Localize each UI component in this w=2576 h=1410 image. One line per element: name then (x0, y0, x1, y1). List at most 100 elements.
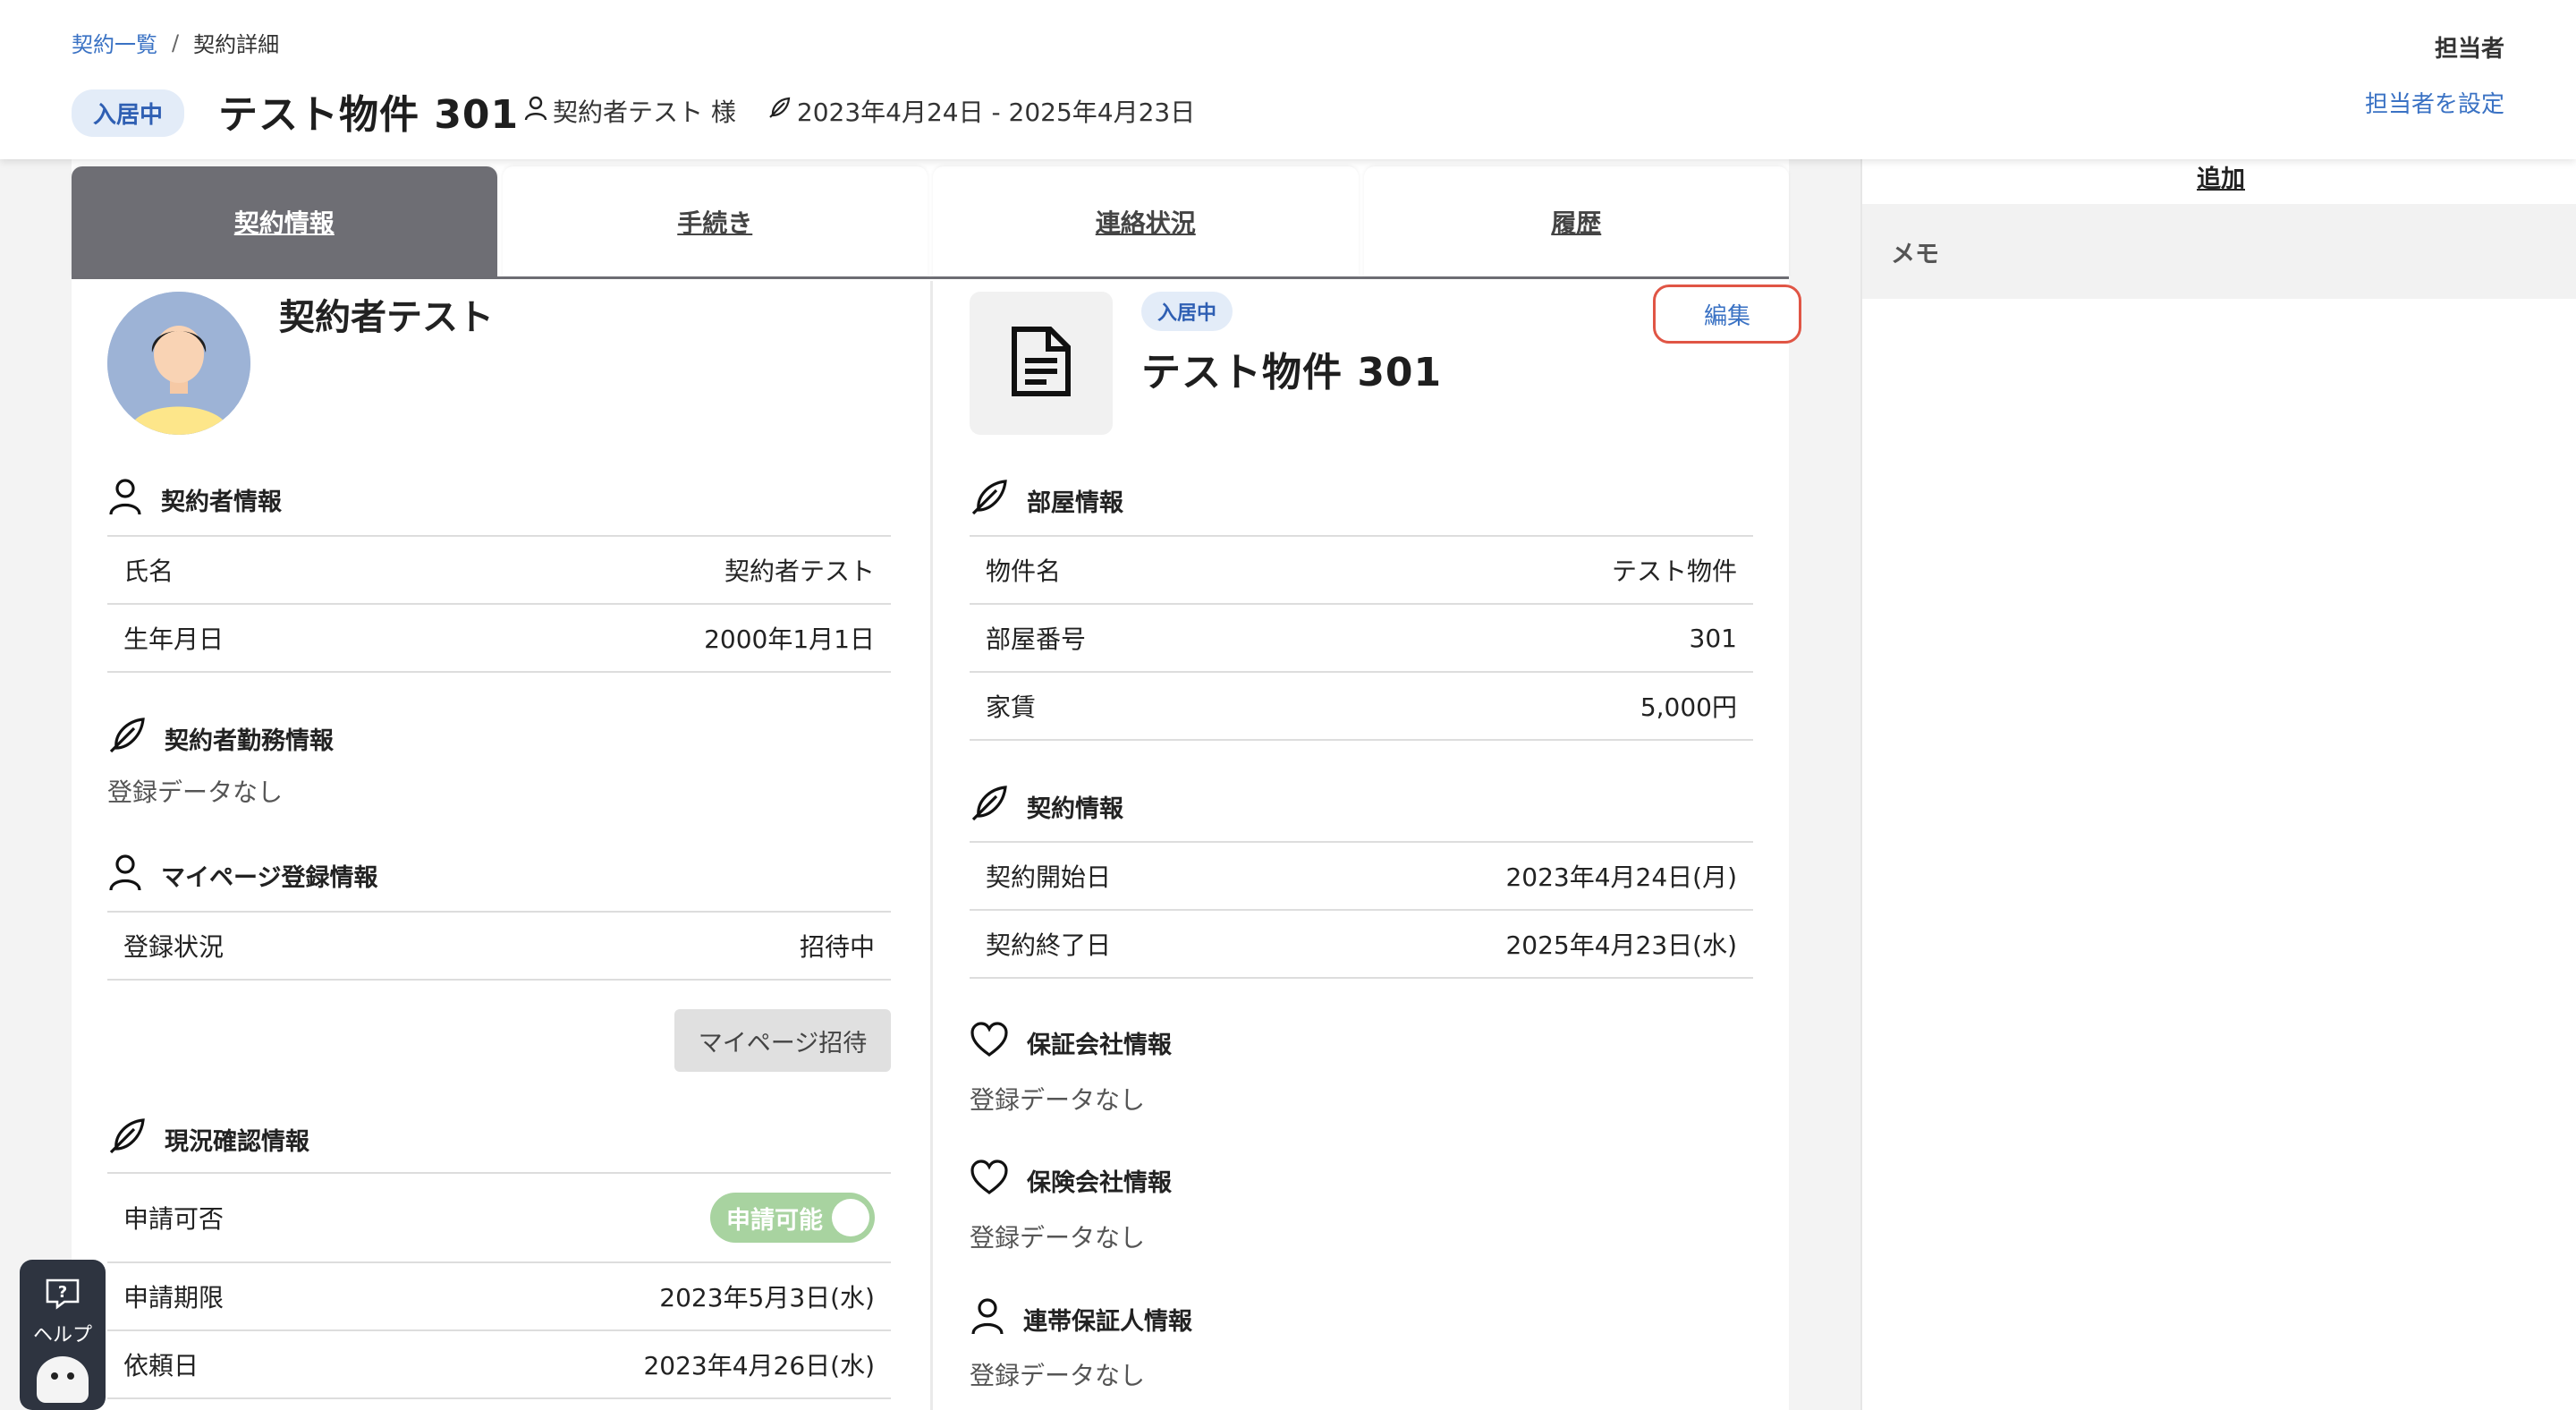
breadcrumb-contract-list[interactable]: 契約一覧 (72, 27, 157, 58)
page-header: 契約一覧 / 契約詳細 入居中 テスト物件 301 契約者テスト 様 2023年… (0, 0, 2576, 159)
section-title: 部屋情報 (1027, 489, 1123, 517)
help-icon: ? (45, 1278, 80, 1313)
insurance-company-heading: 保険会社情報 (970, 1159, 1172, 1202)
empty-text: 登録データなし (970, 1223, 1146, 1253)
status-check-heading: 現況確認情報 (107, 1117, 309, 1162)
row-label: 依頼日 (123, 1351, 199, 1380)
row-value: 2025年4月23日(水) (1505, 930, 1737, 960)
row-value: 5,000円 (1640, 692, 1737, 722)
toggle-label: 申請可能 (726, 1206, 823, 1235)
page-title: テスト物件 301 (218, 92, 520, 138)
section-title: 連帯保証人情報 (1023, 1308, 1192, 1336)
row-value: 2000年1月1日 (704, 624, 875, 654)
svg-text:?: ? (58, 1283, 67, 1302)
section-title: マイページ登録情報 (161, 864, 378, 892)
person-icon (107, 854, 143, 897)
section-title: 現況確認情報 (165, 1128, 309, 1156)
empty-text: 登録データなし (970, 1361, 1146, 1390)
feather-icon (767, 96, 792, 127)
property-title: テスト物件 301 (1141, 350, 1443, 395)
help-widget[interactable]: ? ヘルプ (20, 1260, 106, 1410)
heart-icon (970, 1022, 1009, 1064)
heart-icon (970, 1159, 1009, 1202)
memo-section[interactable]: メモ (1862, 204, 2576, 299)
contractor-meta: 契約者テスト 様 (524, 93, 736, 129)
table-row: 物件名 テスト物件 (970, 537, 1753, 605)
document-thumbnail (970, 292, 1113, 435)
contractor-info-table: 氏名 契約者テスト 生年月日 2000年1月1日 (107, 535, 891, 673)
row-value: 招待中 (799, 932, 875, 962)
toggle-knob (832, 1199, 869, 1236)
property-status-badge: 入居中 (1141, 292, 1233, 331)
contractor-name-heading: 契約者テスト (279, 297, 494, 338)
room-info-heading: 部屋情報 (970, 478, 1123, 523)
status-badge: 入居中 (72, 89, 185, 137)
mypage-invite-button[interactable]: マイページ招待 (674, 1009, 891, 1072)
avatar (107, 292, 250, 435)
table-row: 依頼日 2023年4月26日(水) (107, 1331, 891, 1399)
document-icon (1009, 326, 1073, 401)
table-row: 登録状況 招待中 (107, 913, 891, 981)
mascot-icon (37, 1356, 89, 1403)
feather-icon (107, 716, 147, 761)
section-title: 保険会社情報 (1027, 1169, 1172, 1197)
apply-toggle[interactable]: 申請可能 (710, 1193, 875, 1243)
table-row: 申請可否 申請可能 (107, 1174, 891, 1263)
empty-text: 登録データなし (107, 777, 284, 807)
feather-icon (970, 784, 1009, 829)
contract-info-heading: 契約情報 (970, 784, 1123, 829)
breadcrumb-current: 契約詳細 (193, 32, 280, 57)
memo-label: メモ (1891, 240, 1939, 268)
section-title: 保証会社情報 (1027, 1032, 1172, 1059)
table-row: 家賃 5,000円 (970, 673, 1753, 741)
tab-history[interactable]: 履歴 (1363, 166, 1789, 276)
row-value: テスト物件 (1611, 556, 1737, 586)
row-value: 301 (1689, 623, 1737, 653)
table-row: 申請期限 2023年5月3日(水) (107, 1263, 891, 1331)
row-label: 申請可否 (123, 1204, 225, 1234)
table-row: 氏名 契約者テスト (107, 537, 891, 605)
mypage-info-heading: マイページ登録情報 (107, 854, 377, 897)
set-staff-link[interactable]: 担当者を設定 (2365, 86, 2504, 119)
mypage-info-table: 登録状況 招待中 (107, 911, 891, 981)
row-value: 2023年4月26日(水) (643, 1351, 875, 1380)
person-icon (970, 1297, 1005, 1341)
tab-contact-status[interactable]: 連絡状況 (933, 166, 1359, 276)
breadcrumb-separator: / (172, 30, 180, 55)
help-label: ヘルプ (32, 1324, 92, 1346)
guarantor-company-heading: 保証会社情報 (970, 1022, 1172, 1064)
feather-icon (107, 1117, 147, 1162)
table-row: 生年月日 2000年1月1日 (107, 605, 891, 673)
row-label: 部屋番号 (986, 624, 1087, 654)
tab-procedures[interactable]: 手続き (502, 166, 928, 276)
section-title: 契約情報 (1027, 795, 1123, 823)
person-icon (107, 478, 143, 522)
edit-button[interactable]: 編集 (1653, 285, 1801, 344)
room-info-table: 物件名 テスト物件 部屋番号 301 家賃 5,000円 (970, 535, 1753, 741)
row-label: 氏名 (123, 556, 174, 586)
row-label: 契約開始日 (986, 862, 1112, 892)
contract-period: 2023年4月24日 - 2025年4月23日 (796, 98, 1196, 127)
row-value: 契約者テスト (724, 556, 875, 586)
breadcrumb: 契約一覧 / 契約詳細 (72, 27, 279, 58)
tab-contract-info[interactable]: 契約情報 (72, 166, 497, 276)
main-content: 契約情報 手続き 連絡状況 履歴 契約者テスト 契約者情報 氏名 契約者テスト 生… (72, 159, 1801, 1410)
side-panel: 追加 メモ (1860, 159, 2576, 1410)
column-divider (930, 281, 933, 1410)
contractor-name: 契約者テスト 様 (553, 98, 736, 127)
empty-text: 登録データなし (970, 1085, 1146, 1115)
feather-icon (970, 478, 1009, 523)
tab-bar: 契約情報 手続き 連絡状況 履歴 (72, 166, 1789, 279)
table-row: 契約開始日 2023年4月24日(月) (970, 843, 1753, 911)
row-label: 物件名 (986, 556, 1062, 586)
row-label: 生年月日 (123, 624, 225, 654)
row-value: 2023年5月3日(水) (659, 1283, 875, 1312)
staff-label: 担当者 (2434, 36, 2504, 63)
header-meta: 契約者テスト 様 2023年4月24日 - 2025年4月23日 (524, 93, 1195, 129)
add-link[interactable]: 追加 (2197, 159, 2245, 194)
row-label: 家賃 (986, 692, 1037, 722)
joint-guarantor-heading: 連帯保証人情報 (970, 1297, 1192, 1341)
section-title: 契約者勤務情報 (165, 727, 334, 755)
person-icon (524, 96, 547, 127)
period-meta: 2023年4月24日 - 2025年4月23日 (767, 93, 1195, 129)
